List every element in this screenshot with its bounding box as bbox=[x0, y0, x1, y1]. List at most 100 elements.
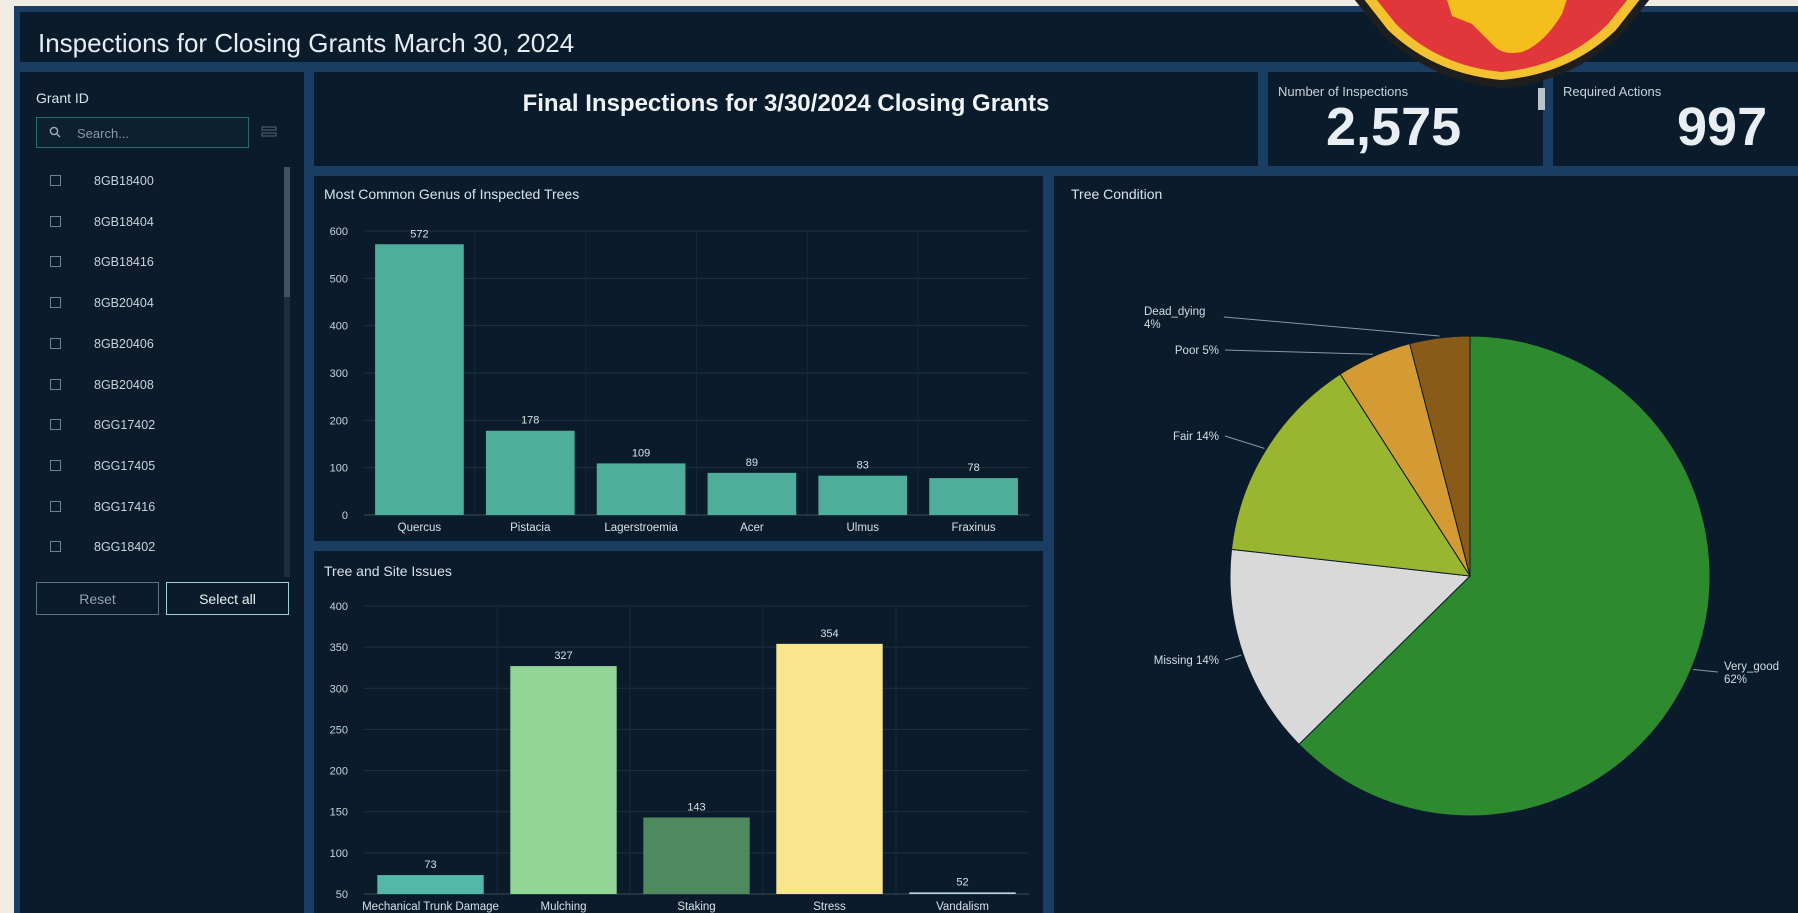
y-tick-label: 100 bbox=[330, 463, 348, 475]
x-tick-label: Staking bbox=[677, 901, 715, 913]
checkbox[interactable] bbox=[50, 297, 61, 309]
search-input[interactable] bbox=[75, 122, 244, 144]
data-label: 89 bbox=[746, 457, 758, 469]
data-label: 143 bbox=[687, 801, 705, 813]
genus-bar-chart: 0 100 200 300 400 500 600 572 Quercus 178 Pistacia… bbox=[330, 226, 1029, 534]
x-tick-label: Mechanical Trunk Damage bbox=[362, 901, 499, 913]
bar bbox=[929, 478, 1018, 515]
slice-label: 4% bbox=[1144, 319, 1161, 331]
checkbox[interactable] bbox=[50, 419, 61, 431]
data-label: 78 bbox=[967, 462, 979, 474]
slice-label: Dead_dying bbox=[1144, 306, 1205, 318]
y-tick-label: 400 bbox=[330, 601, 348, 613]
leader-line bbox=[1224, 349, 1373, 355]
data-label: 109 bbox=[632, 447, 650, 459]
logo-shield bbox=[1354, 0, 1650, 88]
checkbox[interactable] bbox=[50, 175, 61, 186]
bar bbox=[707, 472, 797, 515]
slice-label: 62% bbox=[1724, 674, 1747, 686]
leader-line bbox=[1224, 435, 1265, 449]
grant-id-label: 8GB20406 bbox=[94, 336, 154, 351]
grant-list-item[interactable]: 8GB18416 bbox=[36, 248, 256, 276]
data-label: 354 bbox=[820, 628, 838, 640]
grant-list-item[interactable]: 8GB18400 bbox=[36, 167, 256, 195]
x-tick-label: Lagerstroemia bbox=[604, 522, 678, 534]
slice-label: Very_good bbox=[1724, 661, 1779, 673]
grant-list-item[interactable]: 8GG17402 bbox=[36, 411, 256, 439]
x-tick-label: Quercus bbox=[398, 522, 442, 534]
kpi-inspections-value: 2,575 bbox=[1326, 97, 1462, 157]
bar bbox=[377, 875, 484, 894]
slice-label: Missing 14% bbox=[1154, 655, 1219, 667]
leader-line bbox=[1693, 668, 1719, 673]
grant-filter-panel: Grant ID 8GB18400 8GB18404 8GB18416 8GB2040… bbox=[20, 72, 304, 913]
kpi-actions-value: 997 bbox=[1677, 97, 1768, 157]
x-tick-label: Mulching bbox=[540, 901, 586, 913]
select-all-button[interactable]: Select all bbox=[166, 582, 289, 615]
checkbox[interactable] bbox=[50, 459, 61, 471]
issues-chart-panel: Tree and Site Issues 50 100 150 200 250 300 35… bbox=[314, 551, 1043, 913]
x-tick-label: Ulmus bbox=[846, 522, 879, 534]
checkbox[interactable] bbox=[50, 215, 61, 227]
search-icon bbox=[49, 126, 61, 138]
grant-list-item[interactable]: 8GG17416 bbox=[36, 493, 256, 521]
y-tick-label: 200 bbox=[330, 766, 348, 778]
x-tick-label: Fraxinus bbox=[952, 522, 996, 534]
bar bbox=[818, 475, 908, 515]
checkbox[interactable] bbox=[50, 337, 61, 349]
y-tick-label: 100 bbox=[330, 848, 348, 860]
grant-id-label: 8GG17416 bbox=[94, 499, 156, 514]
checkbox[interactable] bbox=[50, 378, 61, 390]
data-label: 83 bbox=[857, 460, 869, 472]
y-tick-label: 250 bbox=[330, 724, 348, 736]
checkbox[interactable] bbox=[50, 541, 61, 553]
bar bbox=[596, 463, 686, 515]
y-tick-label: 150 bbox=[330, 807, 348, 819]
title-panel: Final Inspections for 3/30/2024 Closing … bbox=[314, 72, 1258, 166]
grant-id-label: 8GG18402 bbox=[94, 540, 156, 555]
reset-button[interactable]: Reset bbox=[36, 582, 159, 615]
grant-list-item[interactable]: 8GB18404 bbox=[36, 208, 256, 236]
genus-chart-panel: Most Common Genus of Inspected Trees 0 10… bbox=[314, 176, 1043, 541]
y-tick-label: 500 bbox=[330, 273, 348, 285]
dashboard-frame: Inspections for Closing Grants March 30,… bbox=[14, 6, 1798, 913]
grant-list-item[interactable]: 8GG18402 bbox=[36, 533, 256, 561]
bar bbox=[485, 430, 575, 515]
issues-bar-chart: 50 100 150 200 250 300 350 400 73 Mechanical Trun… bbox=[330, 601, 1029, 913]
slice-label: Poor 5% bbox=[1175, 345, 1219, 357]
bar bbox=[909, 892, 1016, 894]
bar bbox=[510, 666, 617, 894]
checkbox[interactable] bbox=[50, 500, 61, 512]
grant-list-item[interactable]: 8GB20408 bbox=[36, 371, 256, 399]
grant-list-item[interactable]: 8GG17405 bbox=[36, 452, 256, 480]
y-tick-label: 0 bbox=[342, 510, 348, 522]
data-label: 52 bbox=[956, 876, 968, 888]
search-box[interactable] bbox=[36, 117, 249, 148]
grant-id-label: 8GB18400 bbox=[94, 174, 154, 188]
data-label: 572 bbox=[410, 228, 428, 240]
condition-pie-chart: Very_good62% Missing 14% Fair 14% Poor 5% De… bbox=[1144, 306, 1779, 817]
dashboard-title: Final Inspections for 3/30/2024 Closing … bbox=[522, 90, 1050, 117]
x-tick-label: Pistacia bbox=[510, 522, 551, 534]
page-title: Inspections for Closing Grants March 30,… bbox=[38, 28, 575, 58]
y-tick-label: 300 bbox=[330, 683, 348, 695]
y-tick-label: 350 bbox=[330, 642, 348, 654]
scrollbar-thumb[interactable] bbox=[284, 167, 290, 297]
grant-filter-label: Grant ID bbox=[36, 90, 89, 106]
checkbox[interactable] bbox=[50, 256, 61, 268]
x-tick-label: Stress bbox=[813, 901, 846, 913]
data-label: 327 bbox=[554, 650, 572, 662]
x-tick-label: Vandalism bbox=[936, 901, 989, 913]
grant-id-label: 8GB18404 bbox=[94, 214, 154, 229]
slice-label: Fair 14% bbox=[1173, 431, 1219, 443]
grant-id-label: 8GB18416 bbox=[94, 255, 154, 270]
y-tick-label: 600 bbox=[330, 226, 348, 238]
leader-line bbox=[1224, 654, 1242, 661]
y-tick-label: 400 bbox=[330, 321, 348, 333]
condition-chart-panel: Tree Condition Very_good 62% Missing 14% Fa… bbox=[1054, 176, 1798, 913]
grant-list: 8GB18400 8GB18404 8GB18416 8GB20404 8GB20406… bbox=[20, 167, 276, 577]
grant-list-item[interactable]: 8GB20404 bbox=[36, 289, 256, 317]
grant-list-item[interactable]: 8GB20406 bbox=[36, 330, 256, 358]
data-label: 178 bbox=[521, 415, 539, 427]
list-options-icon[interactable] bbox=[260, 124, 278, 140]
